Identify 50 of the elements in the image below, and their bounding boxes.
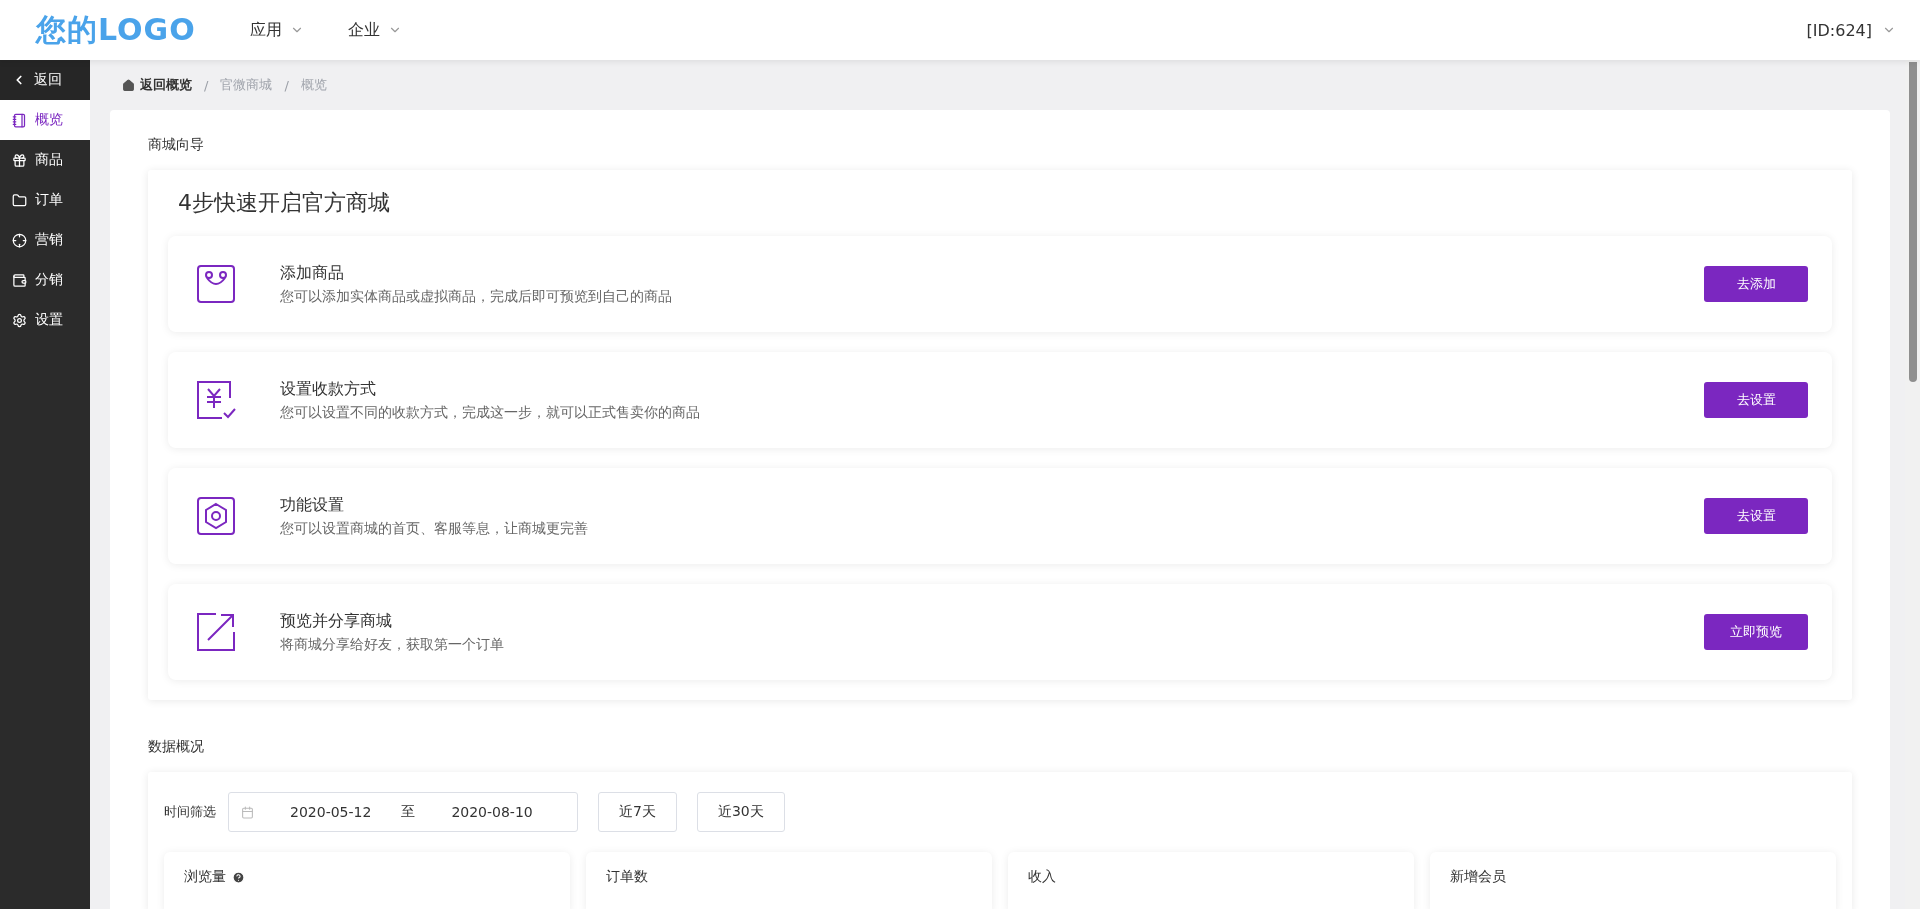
section-title: 数据概况 <box>148 738 205 756</box>
share-icon <box>196 612 236 652</box>
gift-icon <box>12 152 27 168</box>
step-title: 设置收款方式 <box>280 378 377 400</box>
breadcrumb-separator: / <box>284 77 289 93</box>
step-description: 您可以添加实体商品或虚拟商品，完成后即可预览到自己的商品 <box>280 287 673 306</box>
section-title: 商城向导 <box>148 136 205 154</box>
sidebar-item[interactable]: 营销 <box>0 220 90 260</box>
step-action-button[interactable]: 去设置 <box>1704 498 1808 534</box>
step-action-button[interactable]: 去设置 <box>1704 382 1808 418</box>
help-icon[interactable] <box>232 870 245 884</box>
settings-icon <box>12 312 27 328</box>
date-range-field[interactable]: 2020-05-12 至 2020-08-10 <box>228 792 578 832</box>
home-icon <box>122 78 135 92</box>
stat-label: 收入 <box>1028 868 1056 886</box>
folder-icon <box>12 192 27 208</box>
breadcrumb-separator: / <box>204 77 209 93</box>
logo: 您的LOGO <box>36 10 196 49</box>
nav-menu[interactable]: 应用 <box>249 19 304 41</box>
step-description: 您可以设置商城的首页、客服等息，让商城更完善 <box>280 519 589 538</box>
scrollbar-thumb[interactable] <box>1908 62 1917 382</box>
shopping-bag-icon <box>196 264 236 304</box>
step-description: 将商城分享给好友，获取第一个订单 <box>280 635 505 654</box>
notebook-icon <box>12 112 27 128</box>
sidebar-item[interactable]: 订单 <box>0 180 90 220</box>
crosshair-icon <box>12 232 27 248</box>
filter-label: 时间筛选 <box>164 803 216 821</box>
quick-range-button[interactable]: 近7天 <box>598 792 677 832</box>
stat-label: 浏览量 <box>184 868 226 886</box>
step-title: 预览并分享商城 <box>280 610 393 632</box>
breadcrumb-link[interactable]: 返回概览 <box>122 76 192 94</box>
stat-label: 新增会员 <box>1450 868 1506 886</box>
sidebar-item[interactable]: 分销 <box>0 260 90 300</box>
step-description: 您可以设置不同的收款方式，完成这一步，就可以正式售卖你的商品 <box>280 403 701 422</box>
sidebar-item[interactable]: 概览 <box>0 100 90 140</box>
sidebar-item[interactable]: 商品 <box>0 140 90 180</box>
step-action-button[interactable]: 去添加 <box>1704 266 1808 302</box>
step-title: 添加商品 <box>280 262 345 284</box>
wallet-icon <box>12 272 27 288</box>
quick-range-button[interactable]: 近30天 <box>696 792 785 832</box>
calendar-icon <box>241 805 254 819</box>
back-link[interactable]: 返回 <box>0 60 90 100</box>
guide-heading: 4步快速开启官方商城 <box>178 189 391 217</box>
stat-label: 订单数 <box>606 868 648 886</box>
yen-check-icon <box>196 380 236 420</box>
account-menu[interactable]: [ID:624] <box>1806 20 1896 40</box>
step-action-button[interactable]: 立即预览 <box>1704 614 1808 650</box>
sidebar-item[interactable]: 设置 <box>0 300 90 340</box>
step-title: 功能设置 <box>280 494 345 516</box>
nav-menu[interactable]: 企业 <box>347 19 402 41</box>
